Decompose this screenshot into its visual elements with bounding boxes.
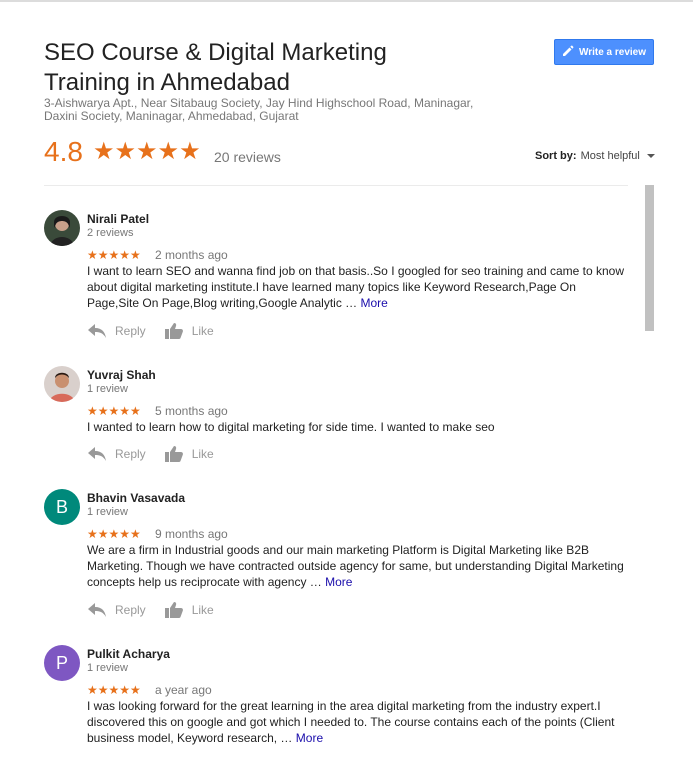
scrollbar-thumb[interactable]: [645, 185, 654, 331]
like-label: Like: [191, 447, 214, 461]
more-link[interactable]: More: [296, 731, 323, 745]
page-title: SEO Course & Digital Marketing Training …: [44, 39, 387, 96]
review-stars: ★★★★★: [87, 404, 141, 418]
chevron-down-icon: [646, 154, 655, 158]
write-review-label: Write a review: [578, 46, 647, 58]
business-address: 3-Aishwarya Apt., Near Sitabaug Society,…: [44, 96, 474, 123]
rating-stars: ★★★★★: [93, 138, 201, 165]
reply-label: Reply: [115, 324, 146, 338]
review-text: I was looking forward for the great lear…: [87, 698, 627, 746]
avatar[interactable]: [44, 366, 80, 402]
like-button[interactable]: Like: [164, 322, 214, 340]
user-photo-icon: [44, 366, 80, 402]
review-time: 9 months ago: [155, 527, 228, 541]
avatar[interactable]: [44, 210, 80, 246]
review-stars: ★★★★★: [87, 248, 141, 262]
thumbs-up-icon: [164, 602, 183, 618]
reply-button[interactable]: Reply: [87, 445, 146, 463]
top-border: [0, 0, 693, 2]
review-item: P Pulkit Acharya 1 review ★★★★★ a year a…: [44, 645, 634, 755]
review-actions: Reply Like: [87, 322, 214, 340]
more-link[interactable]: More: [361, 296, 388, 310]
avatar[interactable]: P: [44, 645, 80, 681]
reply-icon: [88, 447, 106, 461]
reviewer-name[interactable]: Yuvraj Shah: [87, 368, 156, 382]
like-label: Like: [191, 324, 214, 338]
review-body: I was looking forward for the great lear…: [87, 699, 615, 745]
reviewer-review-count: 2 reviews: [87, 227, 134, 239]
more-link[interactable]: More: [325, 575, 352, 589]
review-stars: ★★★★★: [87, 683, 141, 697]
like-button[interactable]: Like: [164, 601, 214, 619]
review-time: a year ago: [155, 683, 212, 697]
avatar[interactable]: B: [44, 489, 80, 525]
thumbs-up-icon: [164, 446, 183, 462]
average-rating: 4.8: [44, 136, 83, 167]
write-review-button[interactable]: Write a review: [554, 39, 654, 65]
reviewer-review-count: 1 review: [87, 383, 128, 395]
reviewer-review-count: 1 review: [87, 506, 128, 518]
review-body: I wanted to learn how to digital marketi…: [87, 420, 495, 434]
sort-value: Most helpful: [580, 150, 640, 162]
sort-dropdown[interactable]: Sort by: Most helpful: [535, 150, 655, 162]
like-button[interactable]: Like: [164, 445, 214, 463]
thumbs-up-icon: [164, 323, 183, 339]
sort-label: Sort by:: [535, 150, 577, 162]
reviewer-review-count: 1 review: [87, 662, 128, 674]
reply-label: Reply: [115, 603, 146, 617]
divider: [44, 185, 628, 186]
reviewer-name[interactable]: Pulkit Acharya: [87, 647, 170, 661]
review-count-link[interactable]: 20 reviews: [214, 149, 281, 165]
user-photo-icon: [44, 210, 80, 246]
review-time: 5 months ago: [155, 404, 228, 418]
review-actions: Reply Like: [87, 445, 214, 463]
review-body: We are a firm in Industrial goods and ou…: [87, 543, 624, 589]
reply-label: Reply: [115, 447, 146, 461]
like-label: Like: [191, 603, 214, 617]
pencil-icon: [562, 45, 574, 60]
review-actions: Reply Like: [87, 601, 214, 619]
reply-icon: [88, 603, 106, 617]
reply-button[interactable]: Reply: [87, 601, 146, 619]
reply-button[interactable]: Reply: [87, 322, 146, 340]
review-item: Nirali Patel 2 reviews ★★★★★ 2 months ag…: [44, 210, 634, 350]
review-item: Yuvraj Shah 1 review ★★★★★ 5 months ago …: [44, 366, 634, 476]
reviewer-name[interactable]: Nirali Patel: [87, 212, 149, 226]
review-time: 2 months ago: [155, 248, 228, 262]
reply-icon: [88, 324, 106, 338]
reviewer-name[interactable]: Bhavin Vasavada: [87, 491, 185, 505]
review-text: I want to learn SEO and wanna find job o…: [87, 263, 627, 311]
review-body: I want to learn SEO and wanna find job o…: [87, 264, 624, 310]
review-stars: ★★★★★: [87, 527, 141, 541]
review-text: We are a firm in Industrial goods and ou…: [87, 542, 627, 590]
review-item: B Bhavin Vasavada 1 review ★★★★★ 9 month…: [44, 489, 634, 629]
review-text: I wanted to learn how to digital marketi…: [87, 419, 627, 435]
